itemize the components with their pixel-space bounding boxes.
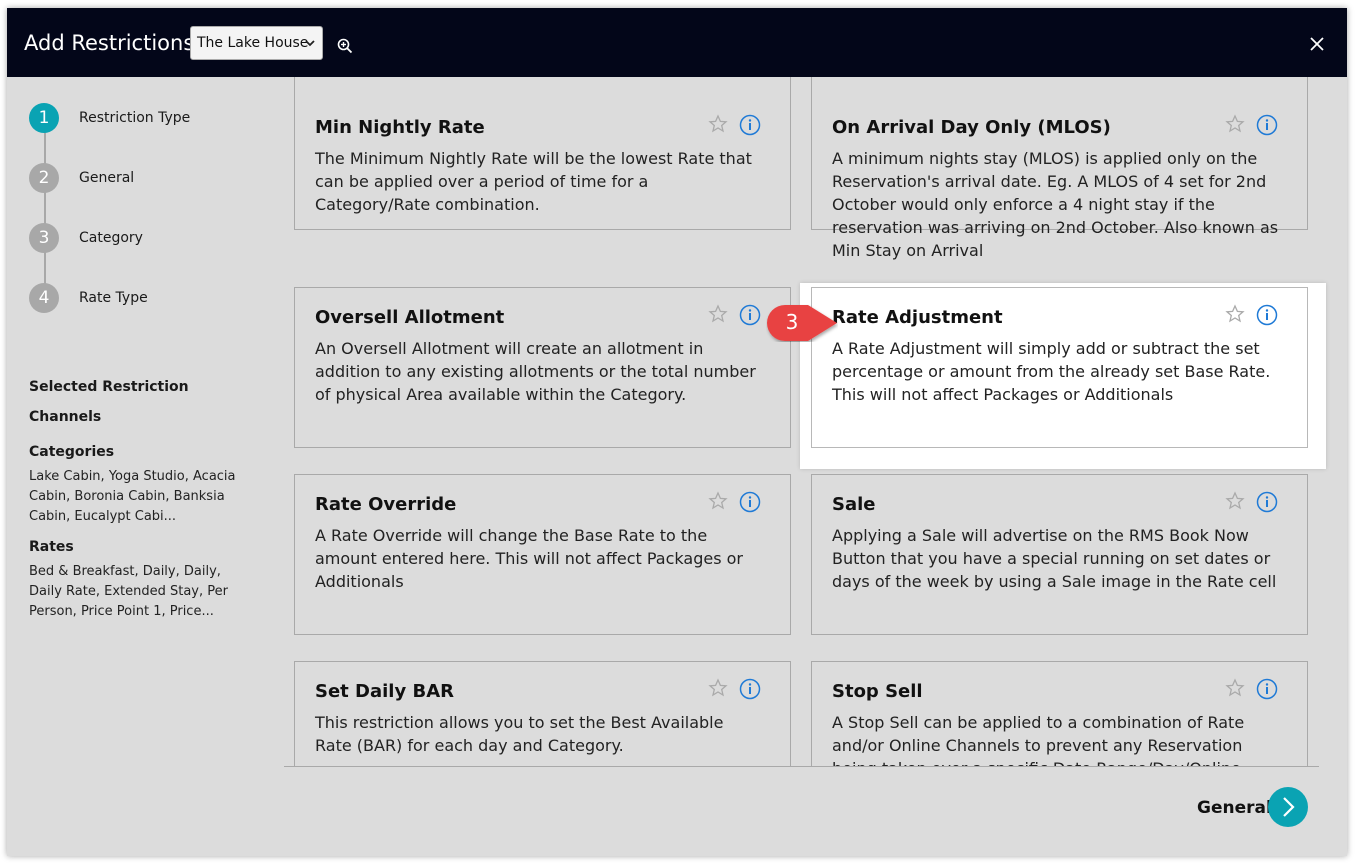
add-restrictions-modal: Add Restrictions The Lake House 1 Restri… [7,8,1347,856]
step-label: General [79,170,135,186]
selected-restriction-heading: Selected Restriction [29,379,189,395]
next-step-button[interactable] [1268,787,1308,827]
zoom-icon[interactable] [337,38,353,54]
card-description: A Rate Adjustment will simply add or sub… [832,339,1271,404]
next-step-label[interactable]: General [1197,798,1272,818]
card-description: A Rate Override will change the Base Rat… [315,526,743,591]
card-on-arrival-day-only[interactable]: On Arrival Day Only (MLOS) A minimum nig… [811,77,1308,260]
steps-connector [44,117,46,297]
card-title: Stop Sell [832,681,923,702]
step-restriction-type[interactable]: 1 Restriction Type [29,103,249,135]
info-icon[interactable] [1256,304,1278,326]
step-category[interactable]: 3 Category [29,223,249,255]
step-number: 3 [29,223,59,253]
arrow-right-icon [1283,797,1295,817]
step-rate-type[interactable]: 4 Rate Type [29,283,249,315]
card-description: A minimum nights stay (MLOS) is applied … [832,149,1279,260]
info-icon[interactable] [1256,678,1278,700]
card-oversell-allotment[interactable]: Oversell Allotment An Oversell Allotment… [294,287,791,448]
card-description: Applying a Sale will advertise on the RM… [832,526,1277,591]
info-icon[interactable] [739,304,761,326]
card-min-nightly-rate[interactable]: Min Nightly Rate The Minimum Nightly Rat… [294,77,791,230]
step-general[interactable]: 2 General [29,163,249,195]
card-stop-sell[interactable]: Stop Sell A Stop Sell can be applied to … [811,661,1308,766]
card-title: Rate Override [315,494,457,515]
star-icon[interactable] [1225,678,1245,698]
star-icon[interactable] [708,491,728,511]
card-rate-adjustment[interactable]: Rate Adjustment A Rate Adjustment will s… [811,287,1308,448]
step-number: 2 [29,163,59,193]
card-title: Set Daily BAR [315,681,454,702]
channels-heading: Channels [29,409,102,425]
card-description: An Oversell Allotment will create an all… [315,339,756,404]
step-label: Restriction Type [79,110,191,126]
modal-title: Add Restrictions [24,31,195,55]
card-title: Oversell Allotment [315,307,505,328]
info-icon[interactable] [739,678,761,700]
info-icon[interactable] [739,491,761,513]
step-label: Rate Type [79,290,148,306]
restriction-cards: Min Nightly Rate The Minimum Nightly Rat… [254,77,1347,766]
card-description: A Stop Sell can be applied to a combinat… [832,713,1245,766]
categories-value: Lake Cabin, Yoga Studio, Acacia Cabin, B… [29,469,236,524]
footer-divider [284,766,1319,767]
chevron-down-icon [305,40,315,47]
modal-header: Add Restrictions The Lake House [7,8,1347,77]
categories-heading: Categories [29,444,115,460]
step-number: 4 [29,283,59,313]
wizard-sidebar: 1 Restriction Type 2 General 3 Category … [7,77,254,856]
step-label: Category [79,230,143,246]
rates-heading: Rates [29,539,74,555]
card-title: On Arrival Day Only (MLOS) [832,117,1111,138]
close-icon[interactable] [1309,36,1325,52]
star-icon[interactable] [1225,304,1245,324]
property-select-value: The Lake House [197,35,309,51]
card-title: Sale [832,494,876,515]
info-icon[interactable] [1256,114,1278,136]
card-sale[interactable]: Sale Applying a Sale will advertise on t… [811,474,1308,635]
step-number: 1 [29,103,59,133]
callout-number: 3 [785,310,799,334]
card-rate-override[interactable]: Rate Override A Rate Override will chang… [294,474,791,635]
rates-value: Bed & Breakfast, Daily, Daily, Daily Rat… [29,564,228,619]
card-description: The Minimum Nightly Rate will be the low… [315,149,752,214]
star-icon[interactable] [1225,491,1245,511]
restriction-type-panel: Min Nightly Rate The Minimum Nightly Rat… [254,77,1347,856]
card-title: Min Nightly Rate [315,117,485,138]
info-icon[interactable] [1256,491,1278,513]
card-description: This restriction allows you to set the B… [315,713,724,755]
star-icon[interactable] [708,678,728,698]
property-select[interactable]: The Lake House [190,26,323,60]
star-icon[interactable] [1225,114,1245,134]
info-icon[interactable] [739,114,761,136]
card-title: Rate Adjustment [832,307,1003,328]
star-icon[interactable] [708,114,728,134]
card-set-daily-bar[interactable]: Set Daily BAR This restriction allows yo… [294,661,791,766]
star-icon[interactable] [708,304,728,324]
